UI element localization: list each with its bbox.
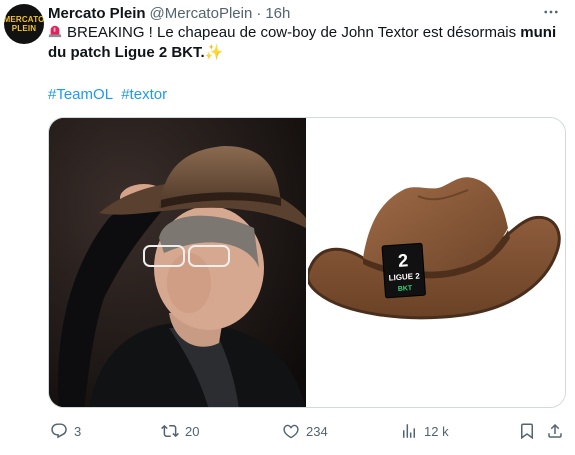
reply-button[interactable]: 3 <box>50 420 81 442</box>
repost-count: 20 <box>185 423 200 439</box>
media-container[interactable]: 2 LIGUE 2 BKT <box>48 117 566 408</box>
bookmark-icon <box>521 423 533 440</box>
cowboy-hat-with-patch-photo[interactable]: 2 LIGUE 2 BKT <box>306 118 565 407</box>
bookmark-button[interactable] <box>518 420 536 442</box>
action-bar: 3 20 234 12 k <box>48 420 568 442</box>
tweet-text: BREAKING ! Le chapeau de cow-boy de John… <box>48 23 563 63</box>
reply-icon <box>51 423 67 439</box>
avatar[interactable]: MERCATO PLEIN <box>4 4 44 44</box>
sparkle-emoji: ✨ <box>204 44 224 61</box>
avatar-text-line2: PLEIN <box>11 24 37 33</box>
share-button[interactable] <box>546 420 564 442</box>
timestamp[interactable]: 16h <box>265 5 290 22</box>
more-options-icon[interactable] <box>541 2 561 22</box>
tweet: MERCATO PLEIN Mercato Plein @MercatoPlei… <box>0 0 575 455</box>
tweet-header: Mercato Plein @MercatoPlein · 16h <box>48 3 290 23</box>
ligue2-patch: 2 LIGUE 2 BKT <box>381 242 426 299</box>
share-icon <box>548 423 562 438</box>
views-button[interactable]: 12 k <box>400 420 449 442</box>
separator-dot: · <box>256 4 262 22</box>
like-button[interactable]: 234 <box>282 420 328 442</box>
siren-emoji-icon <box>48 25 62 38</box>
views-count: 12 k <box>424 423 449 439</box>
repost-button[interactable]: 20 <box>161 420 199 442</box>
hashtag-textor[interactable]: #textor <box>121 86 167 103</box>
reply-count: 3 <box>74 423 82 439</box>
like-icon <box>283 424 299 439</box>
hashtag-teamol[interactable]: #TeamOL <box>48 86 113 103</box>
patch-bkt-text: BKT <box>398 285 414 293</box>
views-icon <box>403 424 415 438</box>
avatar-text-line1: MERCATO <box>4 15 44 24</box>
like-count: 234 <box>306 423 328 439</box>
author-handle[interactable]: @MercatoPlein <box>150 5 253 22</box>
repost-icon <box>161 424 179 438</box>
hashtags: #TeamOL #textor <box>48 86 171 103</box>
man-in-cowboy-hat-photo[interactable] <box>49 118 306 407</box>
tweet-text-main: BREAKING ! Le chapeau de cow-boy de John… <box>67 24 521 41</box>
author-name[interactable]: Mercato Plein <box>48 5 146 22</box>
patch-number: 2 <box>397 250 408 271</box>
